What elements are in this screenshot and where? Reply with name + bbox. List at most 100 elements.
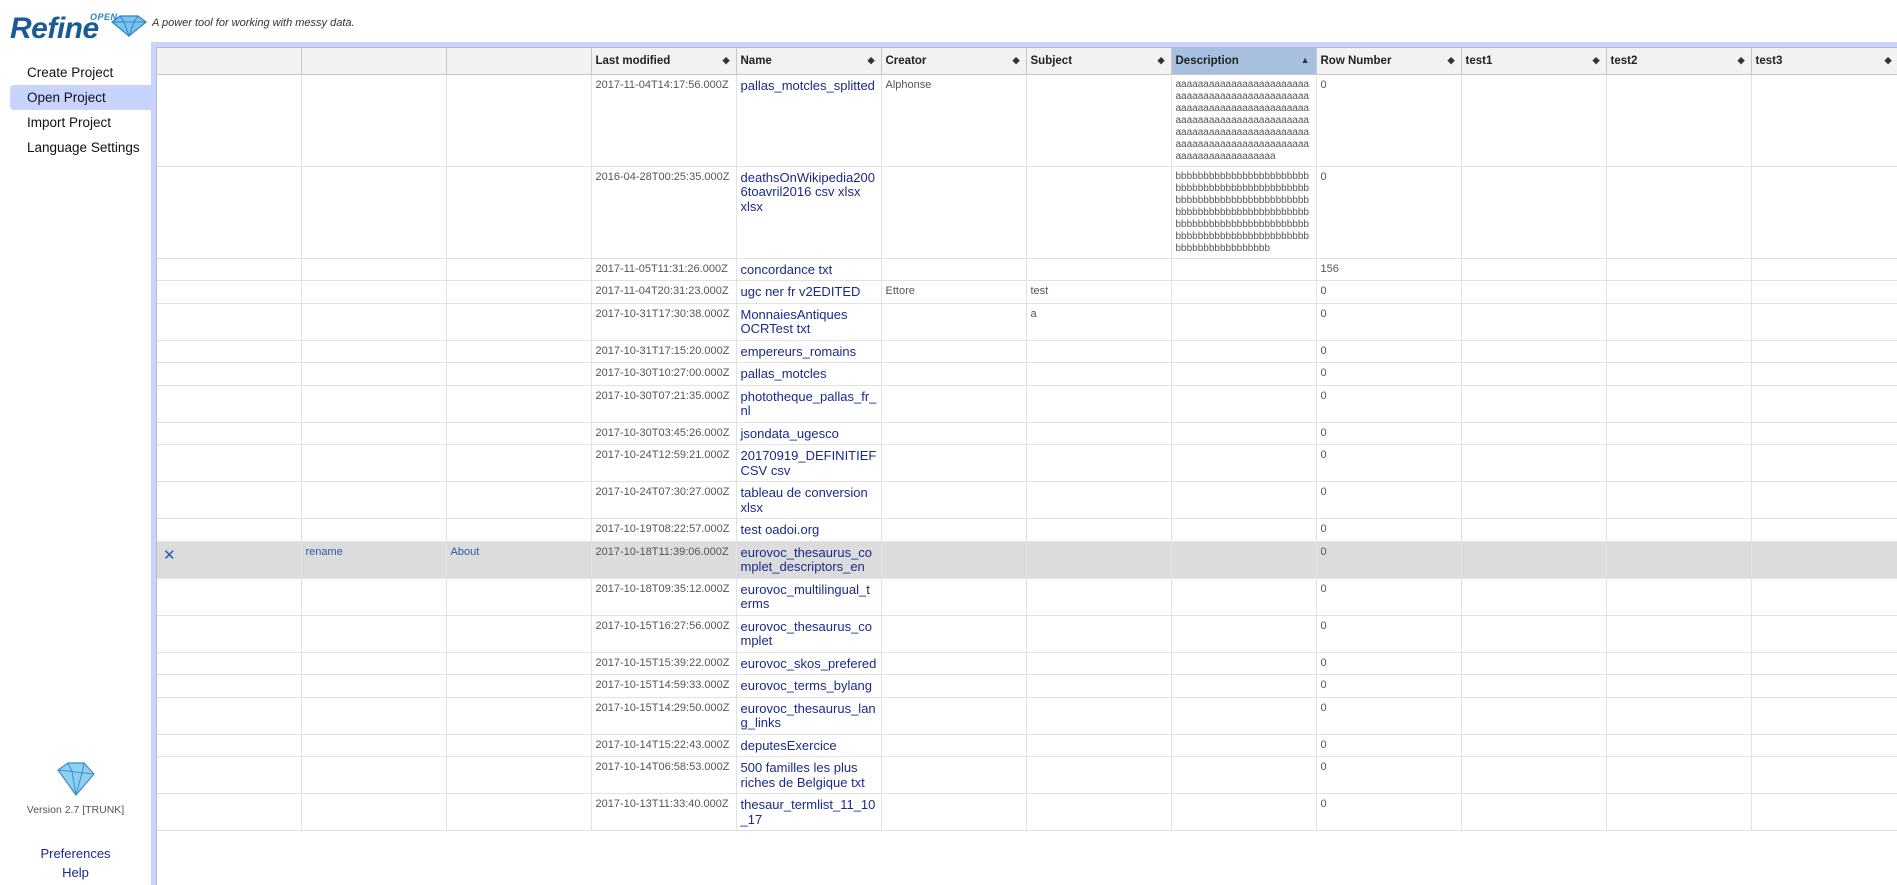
project-name-link[interactable]: concordance txt	[736, 258, 882, 281]
sort-both-icon[interactable]: ◆	[1738, 55, 1745, 66]
sort-both-icon[interactable]: ◆	[1158, 55, 1165, 66]
nav-item-open-project[interactable]: Open Project	[10, 85, 151, 110]
project-name-link[interactable]: thesaur_termlist_11_10_17	[736, 793, 882, 831]
project-name-link[interactable]: eurovoc_terms_bylang	[736, 674, 882, 698]
table-row[interactable]: 2016-04-28T00:25:35.000Z deathsOnWikipedi…	[157, 166, 1897, 259]
column-header-description[interactable]: Description ▲	[1171, 48, 1317, 75]
table-row[interactable]: 2017-10-30T10:27:00.000Z pallas_motcles 0	[157, 362, 1897, 386]
project-name-link[interactable]: ugc ner fr v2EDITED	[736, 280, 882, 304]
rename-cell	[301, 340, 447, 363]
project-name-link[interactable]: MonnaiesAntiques OCRTest txt	[736, 303, 882, 341]
nav-item-language-settings[interactable]: Language Settings	[10, 135, 151, 160]
nav-item-import-project[interactable]: Import Project	[10, 110, 151, 135]
project-name-link[interactable]: phototheque_pallas_fr_nl	[736, 385, 882, 423]
about-cell	[446, 258, 592, 281]
column-header-test1[interactable]: test1 ◆	[1461, 48, 1607, 75]
table-row[interactable]: 2017-10-31T17:15:20.000Z empereurs_romain…	[157, 340, 1897, 363]
table-row[interactable]: 2017-10-19T08:22:57.000Z test oadoi.org 0	[157, 518, 1897, 542]
project-name-link[interactable]: eurovoc_skos_prefered	[736, 652, 882, 675]
rename-cell	[301, 74, 447, 167]
test1-cell	[1461, 258, 1607, 281]
subject-cell	[1026, 340, 1172, 363]
table-row[interactable]: ✕ rename About 2017-10-18T11:39:06.000Z euro…	[157, 541, 1897, 579]
last-modified-cell: 2017-10-15T15:39:22.000Z	[591, 652, 737, 675]
project-name-link[interactable]: eurovoc_multilingual_terms	[736, 578, 882, 616]
table-row[interactable]: 2017-10-15T15:39:22.000Z eurovoc_skos_pre…	[157, 652, 1897, 675]
sort-both-icon[interactable]: ◆	[1593, 55, 1600, 66]
subject-cell	[1026, 518, 1172, 542]
about-cell	[446, 756, 592, 794]
header: Refine OPEN A power tool for working wit…	[0, 0, 1897, 45]
rename-cell	[301, 697, 447, 735]
project-name-link[interactable]: 500 familles les plus riches de Belgique…	[736, 756, 882, 794]
openrefine-logo[interactable]: Refine OPEN	[10, 6, 147, 45]
table-row[interactable]: 2017-10-14T15:22:43.000Z deputesExercice 0	[157, 734, 1897, 757]
delete-cell	[157, 697, 302, 735]
rename-cell	[301, 444, 447, 482]
project-name-link[interactable]: deputesExercice	[736, 734, 882, 757]
column-header-test3[interactable]: test3 ◆	[1751, 48, 1897, 75]
table-row[interactable]: 2017-11-04T20:31:23.000Z ugc ner fr v2EDI…	[157, 280, 1897, 304]
description-cell	[1171, 481, 1317, 519]
project-name-link[interactable]: 20170919_DEFINITIEF CSV csv	[736, 444, 882, 482]
column-header-last-modified[interactable]: Last modified ◆	[591, 48, 737, 75]
project-name-link[interactable]: pallas_motcles	[736, 362, 882, 386]
about-cell: About	[446, 541, 592, 579]
table-body: 2017-11-04T14:17:56.000Z pallas_motcles_s…	[157, 74, 1897, 831]
table-row[interactable]: 2017-10-30T07:21:35.000Z phototheque_pall…	[157, 385, 1897, 423]
table-row[interactable]: 2017-11-04T14:17:56.000Z pallas_motcles_s…	[157, 74, 1897, 167]
rename-link[interactable]: rename	[306, 546, 343, 558]
column-header-creator[interactable]: Creator ◆	[881, 48, 1027, 75]
project-name-link[interactable]: jsondata_ugesco	[736, 422, 882, 445]
sort-both-icon[interactable]: ◆	[1885, 55, 1892, 66]
table-row[interactable]: 2017-10-31T17:30:38.000Z MonnaiesAntiques…	[157, 303, 1897, 341]
creator-cell	[881, 258, 1027, 281]
about-cell	[446, 74, 592, 167]
subject-cell	[1026, 74, 1172, 167]
column-header-subject[interactable]: Subject ◆	[1026, 48, 1172, 75]
table-row[interactable]: 2017-10-24T07:30:27.000Z tableau de conve…	[157, 481, 1897, 519]
project-name-link[interactable]: deathsOnWikipedia2006toavril2016 csv xls…	[736, 166, 882, 259]
column-header-test2[interactable]: test2 ◆	[1606, 48, 1752, 75]
rename-cell	[301, 734, 447, 757]
sort-both-icon[interactable]: ◆	[723, 55, 730, 66]
about-link[interactable]: About	[451, 546, 480, 558]
nav-item-create-project[interactable]: Create Project	[10, 60, 151, 85]
project-name-link[interactable]: empereurs_romains	[736, 340, 882, 363]
sort-both-icon[interactable]: ◆	[1448, 55, 1455, 66]
table-row[interactable]: 2017-10-15T14:29:50.000Z eurovoc_thesauru…	[157, 697, 1897, 735]
project-name-link[interactable]: eurovoc_thesaurus_lang_links	[736, 697, 882, 735]
subject-cell	[1026, 756, 1172, 794]
project-name-link[interactable]: eurovoc_thesaurus_complet	[736, 615, 882, 653]
delete-cell	[157, 385, 302, 423]
test2-cell	[1606, 674, 1752, 698]
test3-cell	[1751, 422, 1897, 445]
project-name-link[interactable]: tableau de conversion xlsx	[736, 481, 882, 519]
last-modified-cell: 2017-10-24T07:30:27.000Z	[591, 481, 737, 519]
about-cell	[446, 734, 592, 757]
sort-both-icon[interactable]: ◆	[868, 55, 875, 66]
column-header-name[interactable]: Name ◆	[736, 48, 882, 75]
delete-cell: ✕	[157, 541, 302, 579]
table-row[interactable]: 2017-10-30T03:45:26.000Z jsondata_ugesco 0	[157, 422, 1897, 445]
table-row[interactable]: 2017-10-13T11:33:40.000Z thesaur_termlist…	[157, 793, 1897, 831]
table-row[interactable]: 2017-10-14T06:58:53.000Z 500 familles les…	[157, 756, 1897, 794]
table-row[interactable]: 2017-11-05T11:31:26.000Z concordance txt 1…	[157, 258, 1897, 281]
help-link[interactable]: Help	[0, 865, 151, 880]
test1-cell	[1461, 280, 1607, 304]
sort-both-icon[interactable]: ◆	[1013, 55, 1020, 66]
preferences-link[interactable]: Preferences	[0, 846, 151, 861]
delete-project-icon[interactable]: ✕	[161, 547, 176, 564]
projects-table-wrapper[interactable]: Last modified ◆ Name ◆ Creator ◆ Subject ◆ Descr…	[156, 47, 1897, 885]
project-name-link[interactable]: test oadoi.org	[736, 518, 882, 542]
sort-ascending-icon[interactable]: ▲	[1301, 55, 1310, 65]
project-name-link[interactable]: pallas_motcles_splitted	[736, 74, 882, 167]
table-row[interactable]: 2017-10-15T14:59:33.000Z eurovoc_terms_by…	[157, 674, 1897, 698]
project-name-link[interactable]: eurovoc_thesaurus_complet_descriptors_en	[736, 541, 882, 579]
creator-cell	[881, 444, 1027, 482]
table-row[interactable]: 2017-10-24T12:59:21.000Z 20170919_DEFINIT…	[157, 444, 1897, 482]
table-row[interactable]: 2017-10-15T16:27:56.000Z eurovoc_thesauru…	[157, 615, 1897, 653]
table-row[interactable]: 2017-10-18T09:35:12.000Z eurovoc_multilin…	[157, 578, 1897, 616]
column-header-row-number[interactable]: Row Number ◆	[1316, 48, 1462, 75]
creator-cell	[881, 674, 1027, 698]
